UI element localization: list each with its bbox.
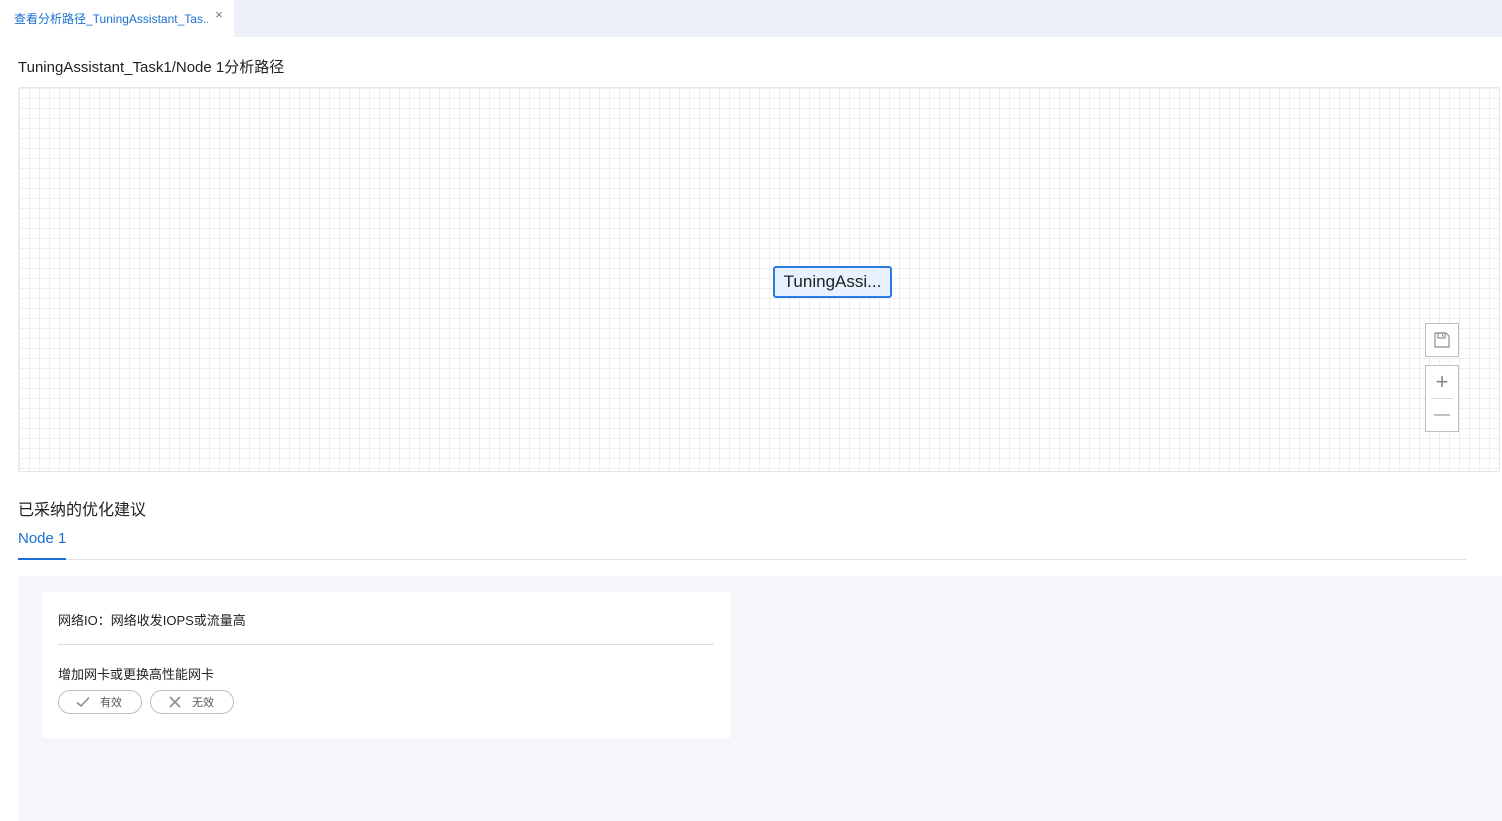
tab-node-1[interactable]: Node 1 [18, 530, 67, 560]
invalid-button[interactable]: 无效 [150, 690, 234, 714]
suggestion-card: 网络IO：网络收发IOPS或流量高 增加网卡或更换高性能网卡 有效 无效 [42, 592, 730, 738]
section-title-adopted: 已采纳的优化建议 [18, 502, 147, 519]
analysis-path-canvas[interactable]: TuningAssi... + — [18, 87, 1500, 472]
tab-analysis-path[interactable]: 查看分析路径_TuningAssistant_Tas... × [0, 0, 234, 37]
check-icon [76, 696, 90, 708]
tab-label: 查看分析路径_TuningAssistant_Tas... [14, 12, 208, 26]
page-title: TuningAssistant_Task1/Node 1分析路径 [18, 59, 285, 76]
invalid-label: 无效 [192, 697, 214, 709]
node-tabs: Node 1 [18, 520, 1466, 560]
suggestion-text: 增加网卡或更换高性能网卡 [58, 667, 215, 682]
problem-text: 网络IO：网络收发IOPS或流量高 [58, 613, 246, 628]
plus-icon: + [1435, 369, 1449, 394]
zoom-controls: + — [1425, 365, 1459, 432]
save-icon [1434, 332, 1450, 348]
tab-bar: 查看分析路径_TuningAssistant_Tas... × [0, 0, 1502, 37]
save-button[interactable] [1425, 323, 1459, 357]
valid-label: 有效 [100, 697, 122, 709]
zoom-in-button[interactable]: + [1426, 366, 1458, 398]
graph-node-task[interactable]: TuningAssi... [773, 266, 892, 298]
zoom-out-button[interactable]: — [1426, 399, 1458, 431]
suggestion-panel: 网络IO：网络收发IOPS或流量高 增加网卡或更换高性能网卡 有效 无效 [18, 576, 1502, 821]
card-divider [58, 644, 714, 645]
x-icon [169, 696, 181, 708]
close-icon[interactable]: × [212, 8, 226, 22]
valid-button[interactable]: 有效 [58, 690, 142, 714]
minus-icon: — [1434, 406, 1450, 423]
